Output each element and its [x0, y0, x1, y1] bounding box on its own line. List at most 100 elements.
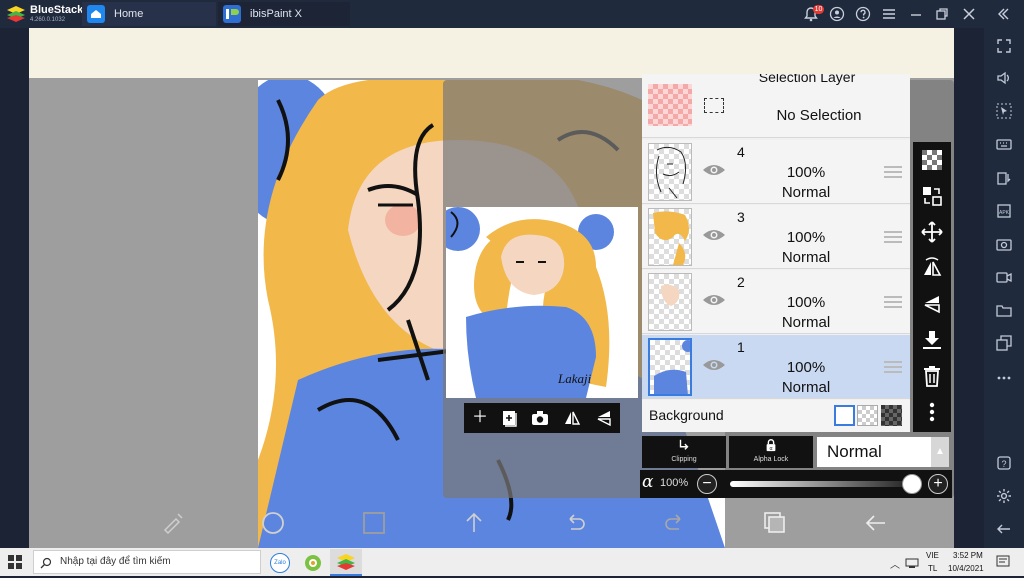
- drag-handle-icon[interactable]: [884, 296, 902, 308]
- delete-layer-icon[interactable]: [920, 364, 944, 388]
- back-icon[interactable]: [996, 521, 1012, 537]
- more-options-icon[interactable]: [920, 400, 944, 424]
- duplicate-layer-icon[interactable]: [500, 408, 520, 428]
- svg-text:APK: APK: [999, 210, 1010, 216]
- layer-opacity: 100%: [786, 294, 826, 311]
- clipping-button[interactable]: Clipping: [642, 436, 726, 468]
- blend-mode-arrow-icon[interactable]: ▲: [931, 437, 949, 467]
- opacity-slider-track[interactable]: [730, 481, 912, 487]
- blend-mode-select[interactable]: Normal: [817, 437, 931, 467]
- preview-illustration: Lakaji: [446, 207, 638, 398]
- apk-icon[interactable]: APK: [996, 203, 1012, 219]
- clock-time[interactable]: 3:52 PM: [953, 551, 983, 560]
- zalo-app-icon[interactable]: Zalo: [270, 553, 290, 573]
- layer-thumbnail: [648, 273, 692, 331]
- screenshot-icon[interactable]: [996, 236, 1012, 252]
- alpha-lock-label: Alpha Lock: [753, 456, 789, 463]
- alpha-lock-button[interactable]: α Alpha Lock: [729, 436, 813, 468]
- tab-ibispaint[interactable]: ibisPaint X: [218, 2, 350, 26]
- visibility-eye-icon[interactable]: [702, 227, 726, 243]
- flip-vertical-icon[interactable]: [594, 408, 614, 428]
- layer-opacity: 100%: [786, 359, 826, 376]
- visibility-eye-icon[interactable]: [702, 292, 726, 308]
- opacity-control-bar: α 100% − +: [640, 470, 952, 498]
- multi-instance-icon[interactable]: [996, 335, 1012, 351]
- collapse-sidebar-icon[interactable]: [995, 6, 1011, 22]
- menu-icon[interactable]: [881, 6, 897, 22]
- layer-blend-mode: Normal: [781, 379, 831, 396]
- input-language-top[interactable]: VIE: [926, 551, 939, 560]
- background-white-swatch[interactable]: [834, 405, 855, 426]
- move-icon[interactable]: [920, 220, 944, 244]
- visibility-eye-icon[interactable]: [702, 162, 726, 178]
- video-record-icon[interactable]: [996, 269, 1012, 285]
- background-layer-row[interactable]: Background: [642, 400, 910, 432]
- selection-layer-row[interactable]: Selection Layer No Selection: [642, 74, 910, 138]
- volume-icon[interactable]: [996, 70, 1012, 86]
- opacity-decrease-button[interactable]: −: [697, 474, 717, 494]
- settings-gear-icon[interactable]: [996, 488, 1012, 504]
- green-app-icon[interactable]: [303, 553, 323, 573]
- drag-handle-icon[interactable]: [884, 231, 902, 243]
- drag-handle-icon[interactable]: [884, 361, 902, 373]
- layer-row-4[interactable]: 4 100% Normal: [642, 140, 910, 204]
- back-arrow-icon[interactable]: [863, 510, 889, 536]
- windows-start-icon[interactable]: [8, 555, 22, 569]
- opacity-increase-button[interactable]: +: [928, 474, 948, 494]
- notification-center-icon[interactable]: [996, 555, 1010, 569]
- restore-icon[interactable]: [934, 6, 950, 22]
- camera-icon[interactable]: [530, 408, 550, 428]
- alpha-value: 100%: [660, 477, 689, 489]
- more-icon[interactable]: [996, 370, 1012, 386]
- svg-text:?: ?: [1001, 459, 1006, 469]
- layer-row-2[interactable]: 2 100% Normal: [642, 270, 910, 334]
- selection-layer-title: Selection Layer: [758, 74, 856, 85]
- layer-transfer-icon[interactable]: [920, 184, 944, 208]
- network-icon[interactable]: [905, 555, 919, 569]
- fullscreen-icon[interactable]: [996, 38, 1012, 54]
- layer-number: 3: [737, 209, 745, 225]
- selection-square-icon[interactable]: [361, 510, 387, 536]
- account-icon[interactable]: [829, 6, 845, 22]
- bluestacks-taskbar-icon: [337, 554, 355, 570]
- taskbar-search-input[interactable]: Nhập tại đây để tìm kiếm: [33, 550, 261, 574]
- keyboard-icon[interactable]: [996, 136, 1012, 152]
- undo-icon[interactable]: [562, 510, 588, 536]
- visibility-eye-icon[interactable]: [702, 357, 726, 373]
- brush-settings-icon[interactable]: [160, 510, 186, 536]
- bluestacks-taskbar-button[interactable]: [330, 549, 362, 576]
- minimize-icon[interactable]: [908, 6, 924, 22]
- background-dark-swatch[interactable]: [881, 405, 902, 426]
- merge-down-icon[interactable]: [920, 328, 944, 352]
- bluestacks-logo-icon: [7, 6, 25, 22]
- tray-chevron-icon[interactable]: ︿: [890, 556, 900, 571]
- help-question-icon[interactable]: ?: [996, 455, 1012, 471]
- redo-icon[interactable]: [662, 510, 688, 536]
- tab-home[interactable]: Home: [82, 2, 216, 26]
- pointer-icon[interactable]: [996, 103, 1012, 119]
- drag-handle-icon[interactable]: [884, 166, 902, 178]
- layer-number: 2: [737, 274, 745, 290]
- layers-icon[interactable]: [762, 510, 788, 536]
- input-language-bottom[interactable]: TL: [928, 564, 937, 573]
- layer-row-1[interactable]: 1 100% Normal: [642, 335, 910, 399]
- layer-opacity: 100%: [786, 229, 826, 246]
- checkerboard-icon[interactable]: [920, 148, 944, 172]
- opacity-slider-thumb[interactable]: [902, 474, 922, 494]
- ibispaint-icon: [223, 5, 241, 23]
- clock-date[interactable]: 10/4/2021: [948, 564, 984, 573]
- close-icon[interactable]: [961, 6, 977, 22]
- flip-horizontal-icon[interactable]: [562, 408, 582, 428]
- add-layer-icon[interactable]: ＋: [470, 408, 490, 428]
- app-name: BlueStacks: [30, 4, 90, 16]
- background-transparent-swatch[interactable]: [857, 405, 878, 426]
- flip-vertical-tool-icon[interactable]: [920, 292, 944, 316]
- help-icon[interactable]: [855, 6, 871, 22]
- layer-tools-column: [913, 142, 951, 432]
- color-circle-icon[interactable]: [260, 510, 286, 536]
- layer-row-3[interactable]: 3 100% Normal: [642, 205, 910, 269]
- folder-icon[interactable]: [996, 302, 1012, 318]
- apk-install-icon[interactable]: [996, 170, 1012, 186]
- flip-horizontal-tool-icon[interactable]: [920, 256, 944, 280]
- arrow-up-icon[interactable]: [461, 510, 487, 536]
